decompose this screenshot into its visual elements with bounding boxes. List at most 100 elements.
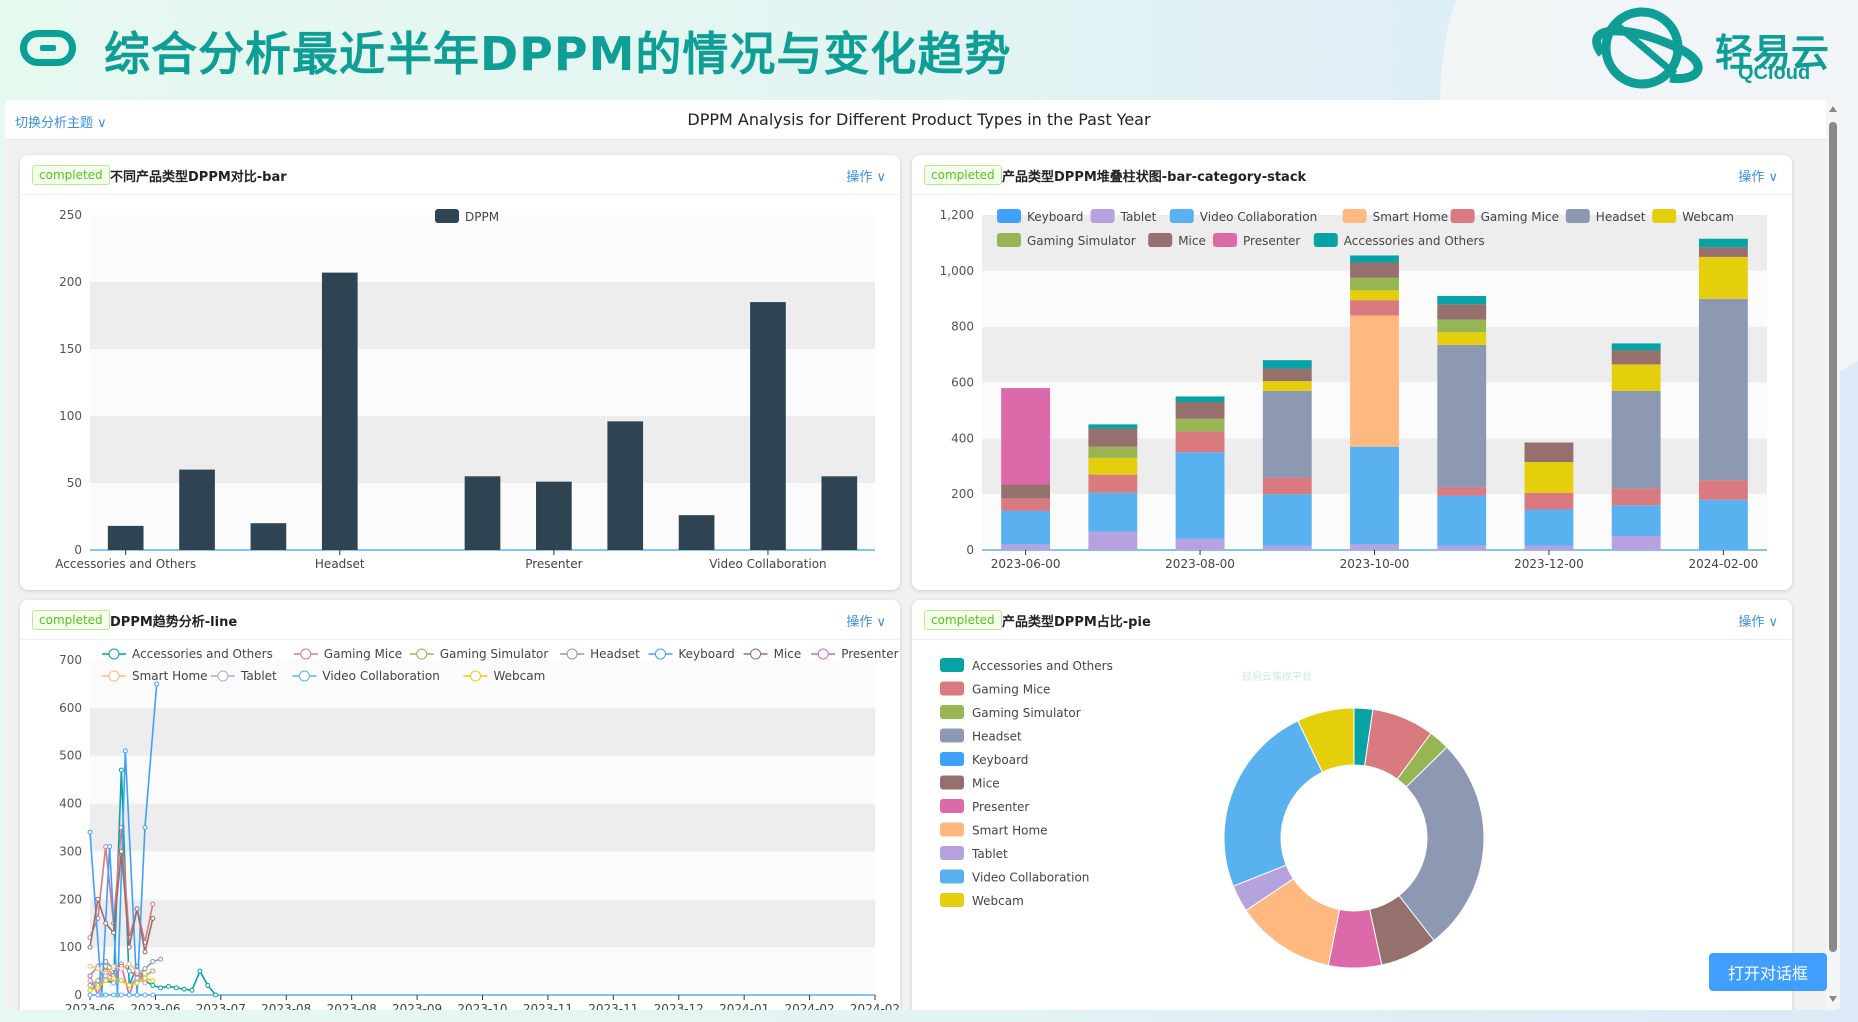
x-tick-label: 2023-10 — [457, 1002, 507, 1010]
data-point — [103, 973, 109, 979]
data-point — [134, 992, 140, 998]
data-point — [173, 985, 179, 991]
legend-swatch — [1148, 233, 1173, 247]
y-tick-label: 100 — [59, 940, 82, 954]
card-title: DPPM趋势分析-line — [110, 615, 238, 630]
grid-band — [90, 899, 875, 948]
stack-segment — [1437, 495, 1487, 546]
stack-segment — [1088, 531, 1138, 550]
x-tick-label: 2023-08-00 — [1165, 557, 1235, 571]
grid-band — [90, 660, 875, 708]
stack-segment — [1350, 446, 1399, 545]
legend-label: Headset — [1596, 210, 1646, 224]
legend-swatch — [940, 775, 964, 790]
bar — [607, 421, 644, 550]
data-point — [150, 901, 156, 907]
legend-swatch — [997, 209, 1021, 223]
data-point — [134, 906, 140, 912]
stack-segment — [1611, 364, 1661, 391]
stack-segment — [1350, 544, 1399, 550]
operations-dropdown[interactable]: 操作 ∨ — [846, 611, 886, 630]
stack-segment — [1350, 262, 1399, 278]
legend-swatch — [940, 822, 964, 837]
data-point — [87, 982, 93, 988]
chevron-down-icon: ∨ — [876, 615, 886, 630]
legend-label: Video Collaboration — [1200, 210, 1317, 224]
operations-dropdown[interactable]: 操作 ∨ — [1738, 166, 1778, 185]
card-stacked-bar-chart: completed 产品类型DPPM堆叠柱状图-bar-category-sta… — [912, 155, 1792, 590]
data-point — [150, 968, 156, 974]
stack-segment — [1437, 332, 1487, 345]
y-tick-label: 200 — [59, 892, 82, 906]
stack-segment — [1262, 360, 1312, 369]
data-point — [87, 944, 93, 950]
data-point — [95, 985, 101, 991]
stack-segment — [1175, 452, 1225, 539]
operations-dropdown[interactable]: 操作 ∨ — [1738, 611, 1778, 630]
legend-swatch — [1090, 209, 1115, 223]
chevron-down-icon: ∨ — [1768, 170, 1778, 185]
data-point — [87, 973, 93, 979]
y-tick-label: 800 — [951, 320, 974, 334]
y-tick-label: 1,200 — [940, 208, 974, 222]
data-point — [166, 983, 171, 989]
watermark: 轻易云集成平台 — [1242, 670, 1312, 683]
data-point — [107, 844, 113, 850]
scroll-down-icon[interactable] — [1829, 996, 1837, 1002]
y-tick-label: 1,000 — [940, 264, 974, 278]
data-point — [142, 980, 148, 986]
data-point — [150, 982, 156, 988]
data-point — [158, 985, 164, 991]
data-point — [118, 767, 124, 773]
scroll-up-icon[interactable] — [1829, 106, 1837, 112]
legend-label: Mice — [972, 777, 1000, 791]
legend-marker — [108, 670, 120, 682]
legend-label: Gaming Simulator — [440, 647, 549, 661]
data-point — [111, 963, 117, 969]
y-tick-label: 0 — [74, 543, 82, 557]
stack-segment — [1698, 238, 1748, 248]
data-point — [111, 930, 117, 936]
brand-name-en: QCloud — [1738, 62, 1811, 84]
grid-band — [90, 707, 875, 756]
scrollbar-thumb[interactable] — [1829, 122, 1837, 952]
stack-segment — [1001, 388, 1051, 485]
stack-segment — [1437, 487, 1487, 496]
legend-label: Gaming Mice — [324, 647, 402, 661]
legend-swatch — [1652, 209, 1677, 223]
legend-label: Video Collaboration — [972, 871, 1089, 885]
stack-segment — [1001, 544, 1051, 550]
bar — [107, 525, 144, 550]
y-tick-label: 200 — [951, 487, 974, 501]
legend-marker — [108, 648, 120, 660]
legend-label: Gaming Mice — [1481, 210, 1559, 224]
legend-marker — [416, 648, 428, 660]
bar — [179, 469, 215, 550]
grid-band — [90, 803, 875, 852]
data-point — [181, 986, 187, 992]
card-title: 产品类型DPPM堆叠柱状图-bar-category-stack — [1002, 170, 1307, 185]
legend-marker — [750, 648, 762, 660]
legend-swatch — [940, 869, 964, 884]
stack-segment — [1175, 402, 1225, 419]
data-point — [103, 963, 109, 969]
grid-band — [90, 215, 875, 282]
header: 综合分析最近半年DPPM的情况与变化趋势 轻易云 QCloud — [0, 0, 1858, 100]
data-point — [118, 978, 124, 984]
scrollbar[interactable] — [1826, 100, 1840, 1010]
y-tick-label: 400 — [59, 797, 82, 811]
data-point — [103, 992, 109, 998]
y-tick-label: 200 — [59, 275, 82, 289]
bar — [536, 481, 572, 550]
stack-segment — [1175, 431, 1225, 453]
stack-segment — [1001, 510, 1051, 545]
legend-label: Keyboard — [1027, 210, 1083, 224]
stack-segment — [1698, 256, 1748, 299]
operations-dropdown[interactable]: 操作 ∨ — [846, 166, 886, 185]
status-badge: completed — [924, 610, 1002, 630]
x-tick-label: 2024-02 — [785, 1002, 835, 1010]
chevron-down-icon: ∨ — [876, 170, 886, 185]
open-dialog-button[interactable]: 打开对话框 — [1709, 953, 1827, 991]
stack-segment — [1524, 442, 1574, 463]
legend-label: Gaming Mice — [972, 683, 1050, 697]
